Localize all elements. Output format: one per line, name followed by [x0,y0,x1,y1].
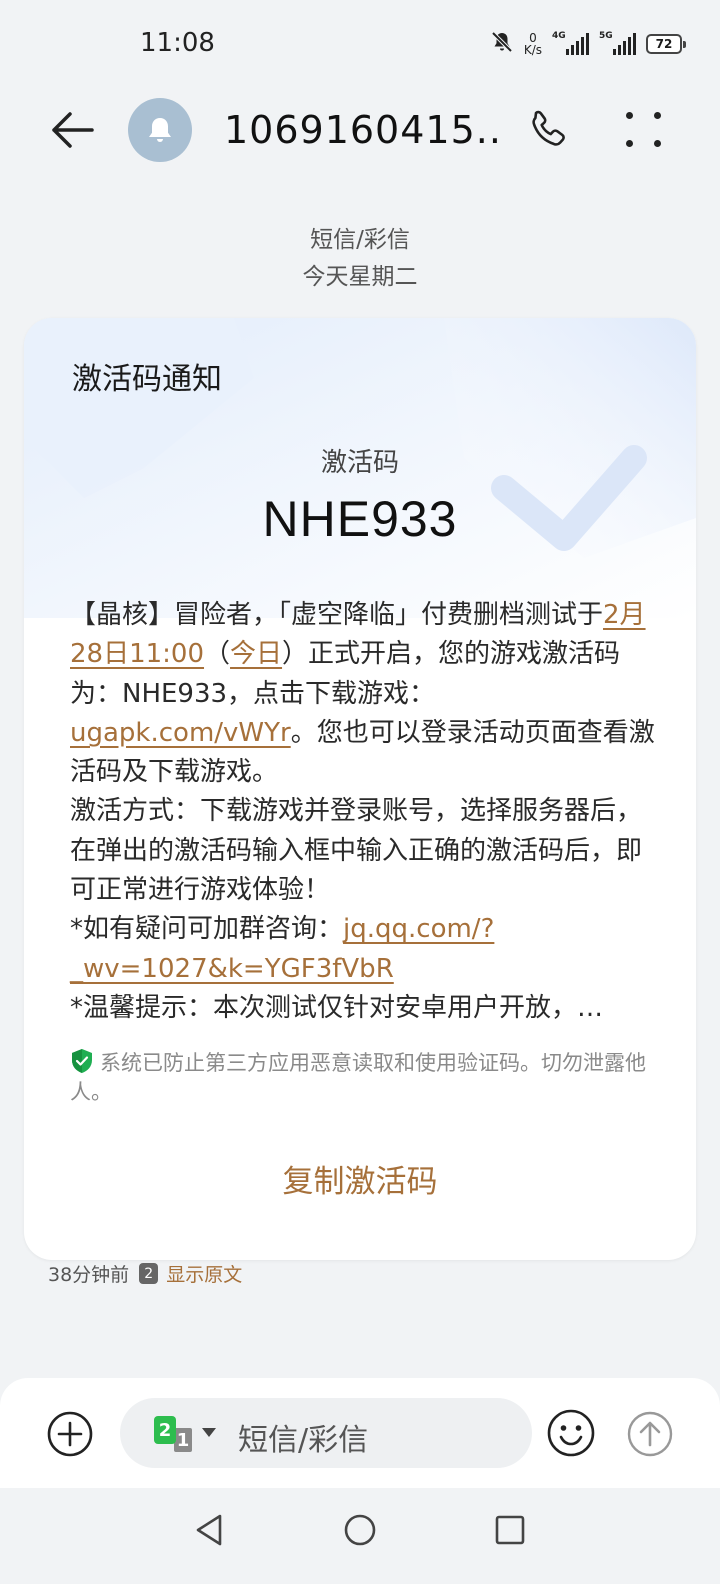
shield-icon [72,1049,92,1073]
code-label: 激活码 [320,448,399,478]
nav-recent-apps-icon[interactable] [490,1510,530,1550]
avatar[interactable] [128,98,192,162]
phone-icon [532,110,565,146]
conversation-header: 1069160415... [0,90,720,170]
sim-selector[interactable]: 1 2 [150,1412,220,1456]
mute-bell-icon [490,30,514,58]
status-time: 11:08 [140,28,215,58]
card-title: 激活码通知 [72,362,222,397]
contact-name[interactable]: 1069160415... [224,108,504,152]
call-button[interactable] [524,106,572,154]
download-link[interactable]: ugapk.com/vWYr [70,718,291,748]
today-link[interactable]: 今日 [230,639,282,669]
safety-notice: 系统已防止第三方应用恶意读取和使用验证码。切勿泄露他人。 [70,1048,660,1107]
show-original-button[interactable]: 显示原文 [166,1260,242,1287]
more-dots-icon[interactable] [622,106,670,154]
message-input[interactable]: 1 2 短信/彩信 [120,1398,532,1468]
sim-badge: 2 [139,1263,159,1284]
battery-icon: 72 [646,34,686,54]
message-day-label: 今天星期二 [302,264,418,290]
arrow-left-icon [52,112,94,148]
signal-icon: 4G [552,31,589,55]
signal-icon: 5G [599,31,636,55]
activation-code-card: 激活码通知 激活码 NHE933 【晶核】冒险者，「虚空降临」付费删档测试于2月… [24,318,696,1260]
compose-bar: 1 2 短信/彩信 [0,1378,720,1488]
status-icons: 0 K/s 4G 5G 72 [490,30,686,58]
message-time: 38分钟前 [48,1264,130,1286]
message-type-label: 短信/彩信 [310,227,410,253]
back-button[interactable] [44,104,100,156]
system-nav-bar [0,1488,720,1584]
bell-icon [149,118,171,142]
chevron-down-icon [202,1428,216,1437]
send-icon[interactable] [626,1410,674,1458]
nav-home-icon[interactable] [340,1510,380,1550]
nav-back-icon[interactable] [190,1510,230,1550]
add-attachment-icon[interactable] [46,1410,94,1458]
status-bar: 11:08 0 K/s 4G 5G 72 [0,0,720,90]
input-placeholder: 短信/彩信 [238,1423,369,1458]
message-body: 【晶核】冒险者，「虚空降临」付费删档测试于2月28日11:00（今日）正式开启，… [70,600,655,1023]
activation-code-value[interactable]: NHE933 [24,490,696,548]
message-meta: 38分钟前 2 显示原文 [48,1260,242,1287]
net-speed: 0 K/s [523,31,542,57]
copy-code-button[interactable]: 复制激活码 [24,1156,696,1201]
emoji-icon[interactable] [546,1408,596,1458]
